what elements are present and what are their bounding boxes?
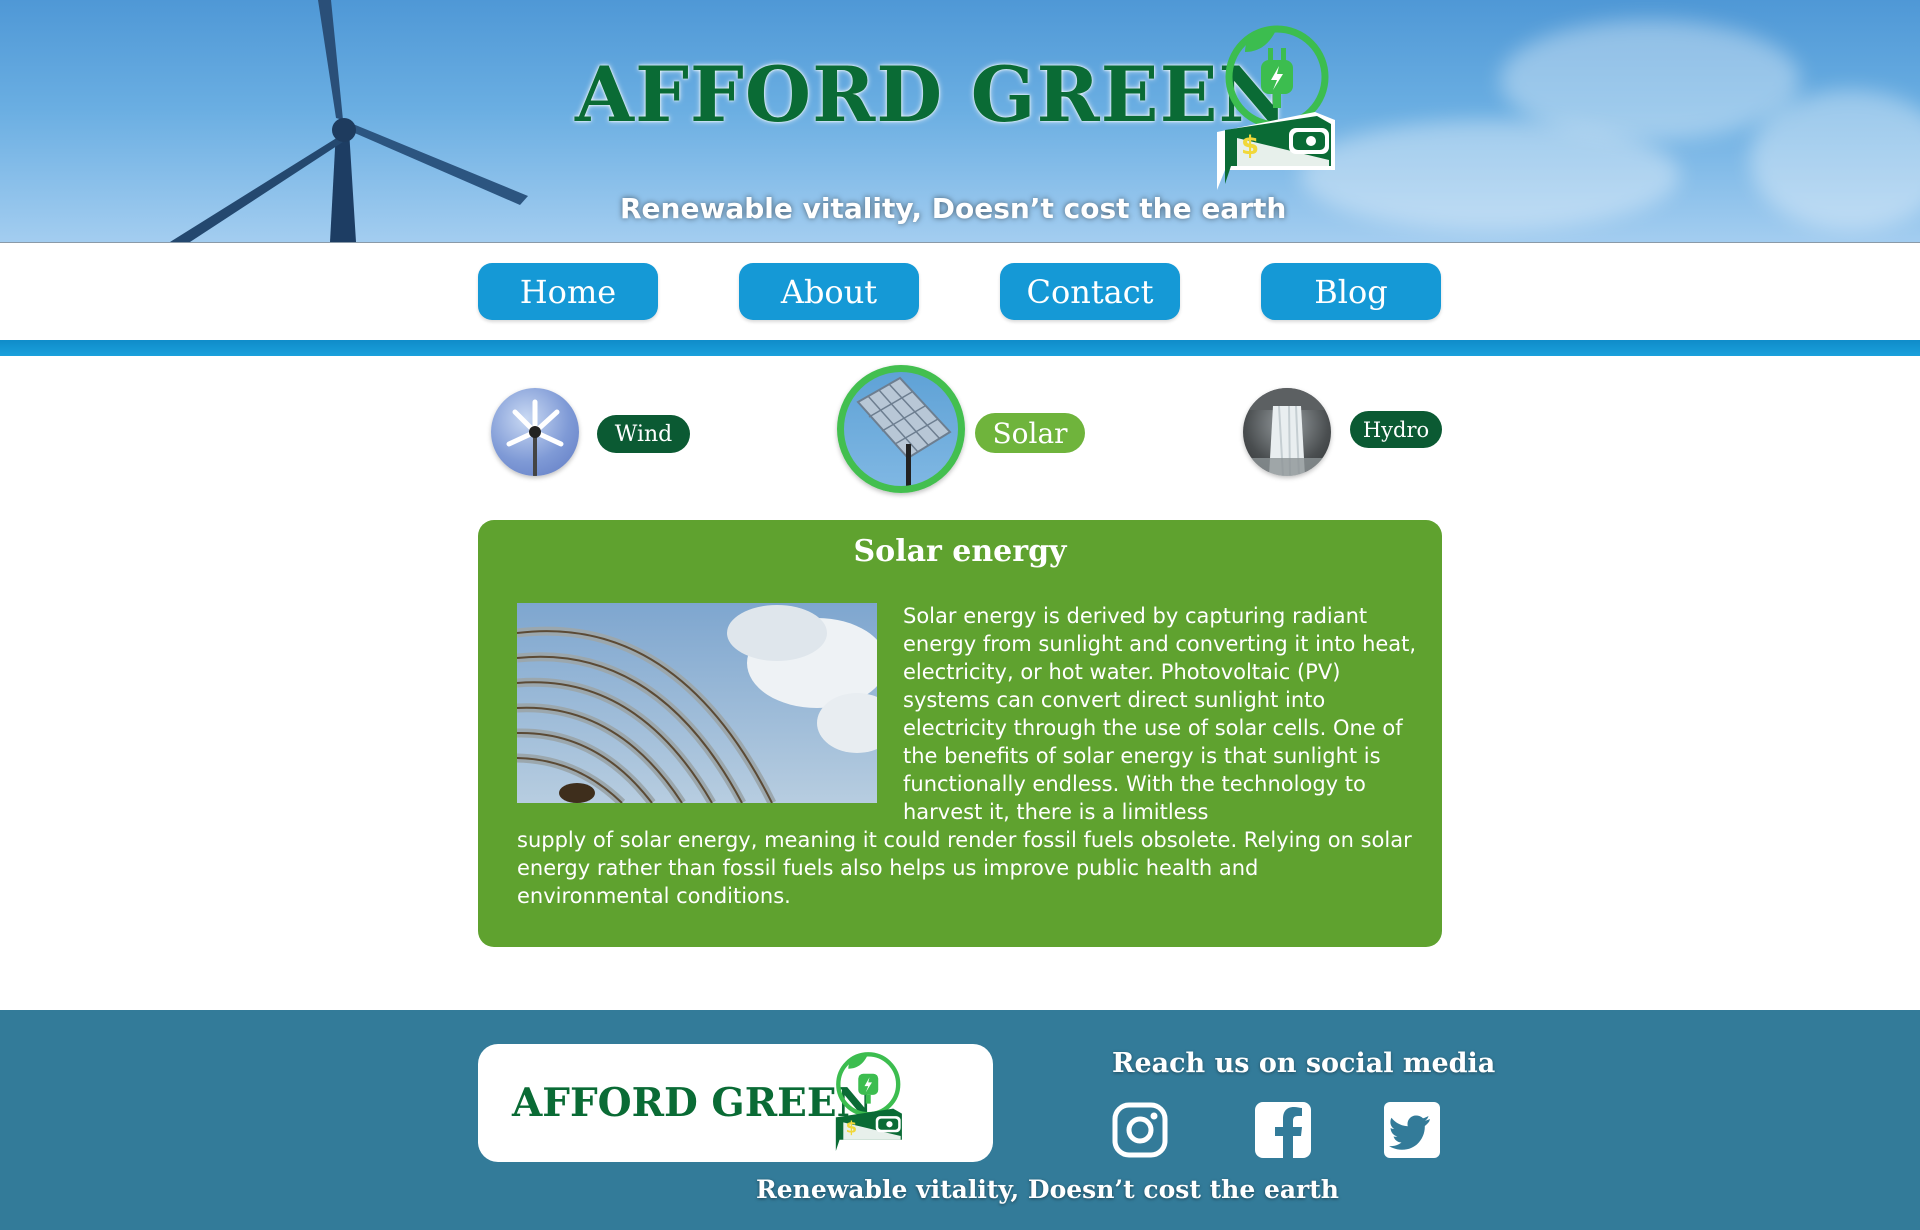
nav-divider xyxy=(0,340,1920,356)
site-title: AFFORD GREEN xyxy=(575,50,1289,139)
plug-leaf-wallet-icon: $ xyxy=(1217,25,1335,190)
solar-panel-icon xyxy=(856,376,952,486)
footer-brand-name: AFFORD GREEN xyxy=(512,1080,873,1126)
footer-tagline-text: Renewable vitality, Doesn’t cost the ear… xyxy=(756,1175,1339,1204)
instagram-icon[interactable] xyxy=(1112,1102,1168,1158)
nav-contact-button[interactable]: Contact xyxy=(1000,263,1180,320)
hydro-tab-label[interactable]: Hydro xyxy=(1350,411,1442,448)
card-paragraph-top: Solar energy is derived by capturing rad… xyxy=(903,604,1417,824)
hydro-tab-image[interactable] xyxy=(1243,388,1331,476)
wind-tab-image[interactable] xyxy=(491,388,579,476)
social-heading: Reach us on social media xyxy=(1112,1048,1496,1079)
solar-tab-label[interactable]: Solar xyxy=(975,413,1085,453)
twitter-icon[interactable] xyxy=(1384,1102,1440,1158)
hero-banner: AFFORD GREEN $ Renewable vitality, Doesn… xyxy=(0,0,1920,243)
footer-logo[interactable]: AFFORD GREEN $ xyxy=(478,1044,993,1162)
plug-leaf-wallet-icon: $ xyxy=(835,1052,902,1152)
waterfall-icon xyxy=(1243,388,1331,476)
footer-tagline: Renewable vitality, Doesn’t cost the ear… xyxy=(756,1175,1339,1204)
solar-mirror-array-image xyxy=(517,603,877,803)
card-paragraph-bottom: supply of solar energy, meaning it could… xyxy=(517,828,1412,908)
svg-text:$: $ xyxy=(1241,131,1259,161)
nav-about-button[interactable]: About xyxy=(739,263,919,320)
solar-tab-image[interactable] xyxy=(837,365,965,493)
nav-blog-button[interactable]: Blog xyxy=(1261,263,1441,320)
card-title: Solar energy xyxy=(853,534,1067,569)
wind-tab-label[interactable]: Wind xyxy=(597,415,690,453)
wind-turbine-illustration xyxy=(170,0,528,242)
nav-home-button[interactable]: Home xyxy=(478,263,658,320)
sky-cloud xyxy=(1300,120,1680,230)
wind-turbine-icon xyxy=(506,399,564,476)
facebook-icon[interactable] xyxy=(1255,1102,1311,1158)
hero-tagline: Renewable vitality, Doesn’t cost the ear… xyxy=(620,192,1287,225)
energy-info-card: Solar energy Solar energy is derived by … xyxy=(478,520,1442,947)
svg-text:$: $ xyxy=(846,1117,857,1136)
